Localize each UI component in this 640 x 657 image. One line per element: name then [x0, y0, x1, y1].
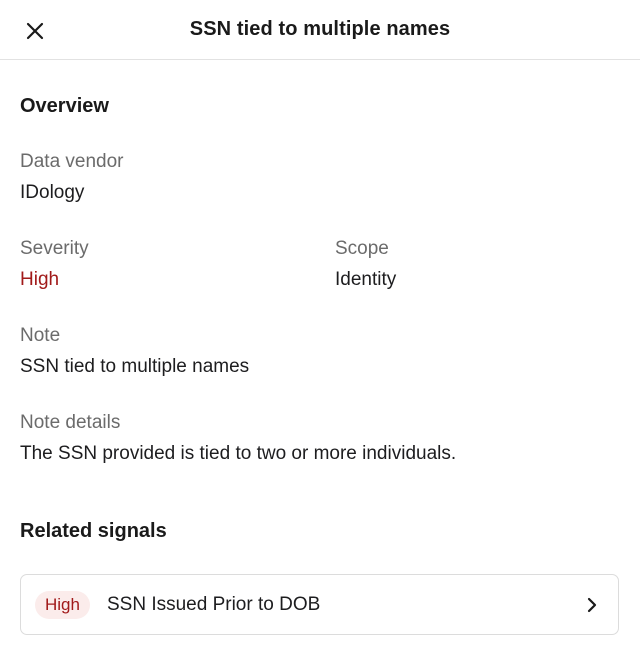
severity-badge: High	[35, 590, 90, 619]
scope-label: Scope	[335, 238, 389, 259]
panel-title: SSN tied to multiple names	[189, 18, 451, 40]
close-button[interactable]	[18, 14, 52, 48]
severity-field: Severity High	[20, 237, 89, 292]
related-signal-name: SSN Issued Prior to DOB	[106, 593, 321, 615]
data-vendor-label: Data vendor	[20, 151, 124, 172]
note-field: Note SSN tied to multiple names	[20, 324, 249, 379]
chevron-right-icon	[582, 595, 602, 615]
scope-field: Scope Identity	[335, 237, 396, 292]
note-details-value: The SSN provided is tied to two or more …	[20, 443, 457, 464]
note-details-label: Note details	[20, 412, 121, 433]
signal-details-panel: SSN tied to multiple names Overview Data…	[0, 0, 640, 657]
severity-label: Severity	[20, 238, 89, 259]
close-icon	[26, 22, 44, 40]
related-signals-heading: Related signals	[20, 520, 167, 542]
overview-heading: Overview	[20, 95, 109, 117]
note-label: Note	[20, 325, 61, 346]
data-vendor-value: IDology	[20, 182, 85, 203]
data-vendor-field: Data vendor IDology	[20, 150, 124, 205]
related-signal-item[interactable]: High SSN Issued Prior to DOB	[20, 574, 619, 635]
panel-header: SSN tied to multiple names	[0, 0, 640, 60]
note-details-field: Note details The SSN provided is tied to…	[20, 411, 456, 466]
note-value: SSN tied to multiple names	[20, 356, 250, 377]
scope-value: Identity	[335, 269, 397, 290]
severity-value: High	[20, 269, 60, 290]
